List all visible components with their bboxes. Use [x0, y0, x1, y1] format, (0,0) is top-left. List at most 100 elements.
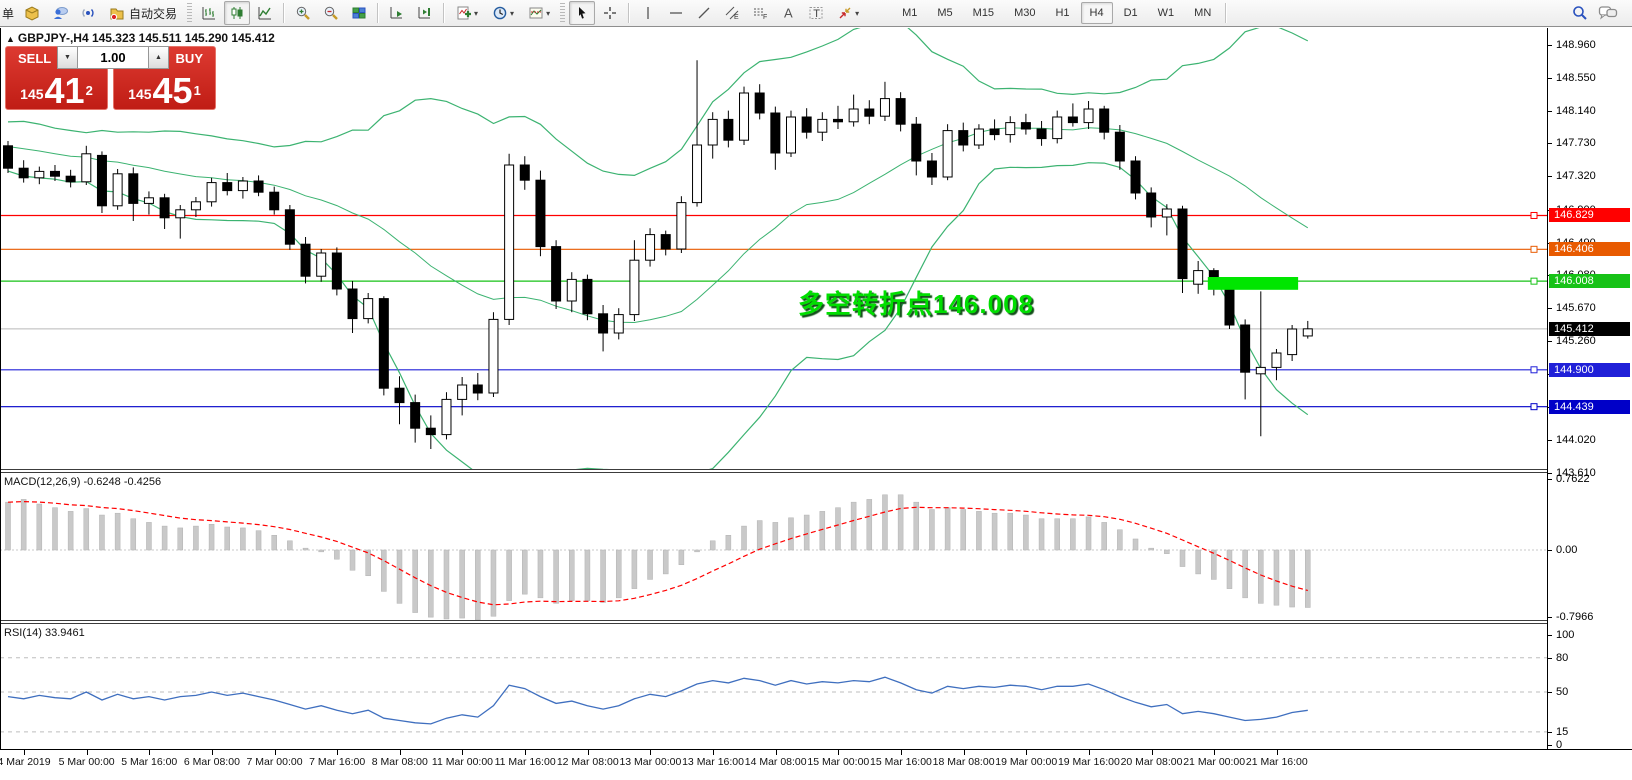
candle-body — [301, 244, 310, 276]
time-axis[interactable]: 4 Mar 20195 Mar 00:005 Mar 16:006 Mar 08… — [0, 749, 1632, 780]
crosshair-button[interactable] — [597, 1, 623, 25]
macd-histogram-bar — [319, 550, 324, 552]
time-tick-mark — [149, 750, 150, 755]
macd-pane[interactable] — [0, 473, 1547, 620]
templates-icon — [528, 5, 544, 21]
candle-body — [865, 109, 874, 116]
candle-body — [97, 155, 106, 205]
candle-body — [50, 171, 59, 176]
macd-histogram-bar — [99, 515, 104, 550]
tile-windows-button[interactable] — [346, 1, 372, 25]
timeframe-h1[interactable]: H1 — [1046, 2, 1078, 24]
bars-chart-icon — [201, 5, 217, 21]
level-drag-handle[interactable] — [1531, 404, 1537, 410]
macd-histogram-bar — [1102, 522, 1107, 550]
candles-chart-button[interactable] — [224, 1, 250, 25]
timeframe-w1[interactable]: W1 — [1149, 2, 1184, 24]
level-drag-handle[interactable] — [1531, 246, 1537, 252]
toolbar-grip[interactable] — [560, 3, 565, 23]
autotrading-button[interactable]: 自动交易 — [103, 1, 183, 25]
candle-body — [426, 428, 435, 434]
label-icon: T — [808, 5, 824, 21]
macd-histogram-bar — [52, 508, 57, 550]
trendline-button[interactable] — [691, 1, 717, 25]
indicators-button[interactable]: ▾ — [450, 1, 484, 25]
label-button[interactable]: T — [803, 1, 829, 25]
timeframe-m5[interactable]: M5 — [928, 2, 961, 24]
macd-histogram-bar — [303, 548, 308, 550]
price-axis[interactable]: 148.960148.550148.140147.730147.320146.9… — [1547, 28, 1632, 749]
templates-button[interactable]: ▾ — [522, 1, 556, 25]
chat-button[interactable] — [1595, 1, 1621, 25]
collapse-marker-icon[interactable]: ▲ — [6, 34, 15, 44]
fibonacci-button[interactable]: F — [747, 1, 773, 25]
search-button[interactable] — [1567, 1, 1593, 25]
auto-scroll-button[interactable] — [384, 1, 410, 25]
toolbar-separator — [283, 3, 285, 23]
timeframe-h4[interactable]: H4 — [1081, 2, 1113, 24]
candle-body — [442, 399, 451, 434]
macd-histogram-bar — [663, 550, 668, 574]
price-level-label: 146.406 — [1549, 242, 1630, 256]
rsi-tick-label: 50 — [1556, 686, 1568, 698]
macd-tick-label: 0.7622 — [1556, 473, 1590, 485]
line-chart-button[interactable] — [252, 1, 278, 25]
chart-shift-button[interactable] — [412, 1, 438, 25]
price-tick-label: 148.960 — [1556, 39, 1596, 51]
journal-icon — [24, 5, 40, 21]
macd-histogram-bar — [1274, 550, 1279, 605]
main-chart-pane[interactable] — [0, 28, 1547, 469]
timeframe-mn[interactable]: MN — [1185, 2, 1220, 24]
level-drag-handle[interactable] — [1531, 278, 1537, 284]
text-button[interactable]: A — [775, 1, 801, 25]
signal-button[interactable] — [75, 1, 101, 25]
candle-body — [896, 99, 905, 125]
periods-button[interactable]: ▾ — [486, 1, 520, 25]
horizontal-line-button[interactable] — [663, 1, 689, 25]
rsi-pane[interactable] — [0, 624, 1547, 749]
volume-increase-button[interactable]: ▲ — [148, 46, 169, 69]
price-tick-mark — [1548, 440, 1552, 441]
toolbar-separator — [1225, 3, 1227, 23]
time-tick-mark — [650, 750, 651, 755]
candle-body — [927, 161, 936, 177]
candle-body — [818, 119, 827, 132]
toolbar-grip[interactable] — [187, 3, 192, 23]
macd-histogram-bar — [867, 499, 872, 550]
zoom-in-button[interactable] — [290, 1, 316, 25]
timeframe-m15[interactable]: M15 — [964, 2, 1003, 24]
auto-scroll-icon — [389, 5, 405, 21]
price-tick-mark — [1548, 111, 1552, 112]
rsi-tick-label: 0 — [1556, 739, 1562, 751]
new-order-button-partial[interactable]: 单 — [2, 5, 14, 22]
timeframe-m30[interactable]: M30 — [1005, 2, 1044, 24]
level-drag-handle[interactable] — [1531, 212, 1537, 218]
vertical-line-button[interactable] — [635, 1, 661, 25]
candle-body — [348, 289, 357, 319]
macd-tick-label: -0.7966 — [1556, 611, 1593, 623]
channel-button[interactable]: E — [719, 1, 745, 25]
level-drag-handle[interactable] — [1531, 367, 1537, 373]
timeframe-m1[interactable]: M1 — [893, 2, 926, 24]
price-tick-mark — [1548, 473, 1552, 474]
macd-histogram-bar — [444, 550, 449, 619]
candle-body — [1115, 132, 1124, 161]
time-tick-mark — [462, 750, 463, 755]
macd-histogram-bar — [1008, 513, 1013, 550]
candle-body — [66, 176, 75, 182]
cursor-button[interactable] — [569, 1, 595, 25]
timeframe-d1[interactable]: D1 — [1115, 2, 1147, 24]
volume-input[interactable] — [78, 46, 148, 69]
candle-body — [833, 119, 842, 121]
price-tick-label: 144.020 — [1556, 434, 1596, 446]
price-level-label: 144.900 — [1549, 363, 1630, 377]
svg-text:A: A — [784, 6, 793, 21]
zoom-out-button[interactable] — [318, 1, 344, 25]
arrows-button[interactable]: ▾ — [831, 1, 865, 25]
bars-chart-button[interactable] — [196, 1, 222, 25]
bid-price: 145412 — [6, 76, 107, 106]
volume-decrease-button[interactable]: ▼ — [57, 46, 78, 69]
candle-body — [1084, 109, 1093, 123]
journal-button[interactable] — [19, 1, 45, 25]
community-button[interactable] — [47, 1, 73, 25]
